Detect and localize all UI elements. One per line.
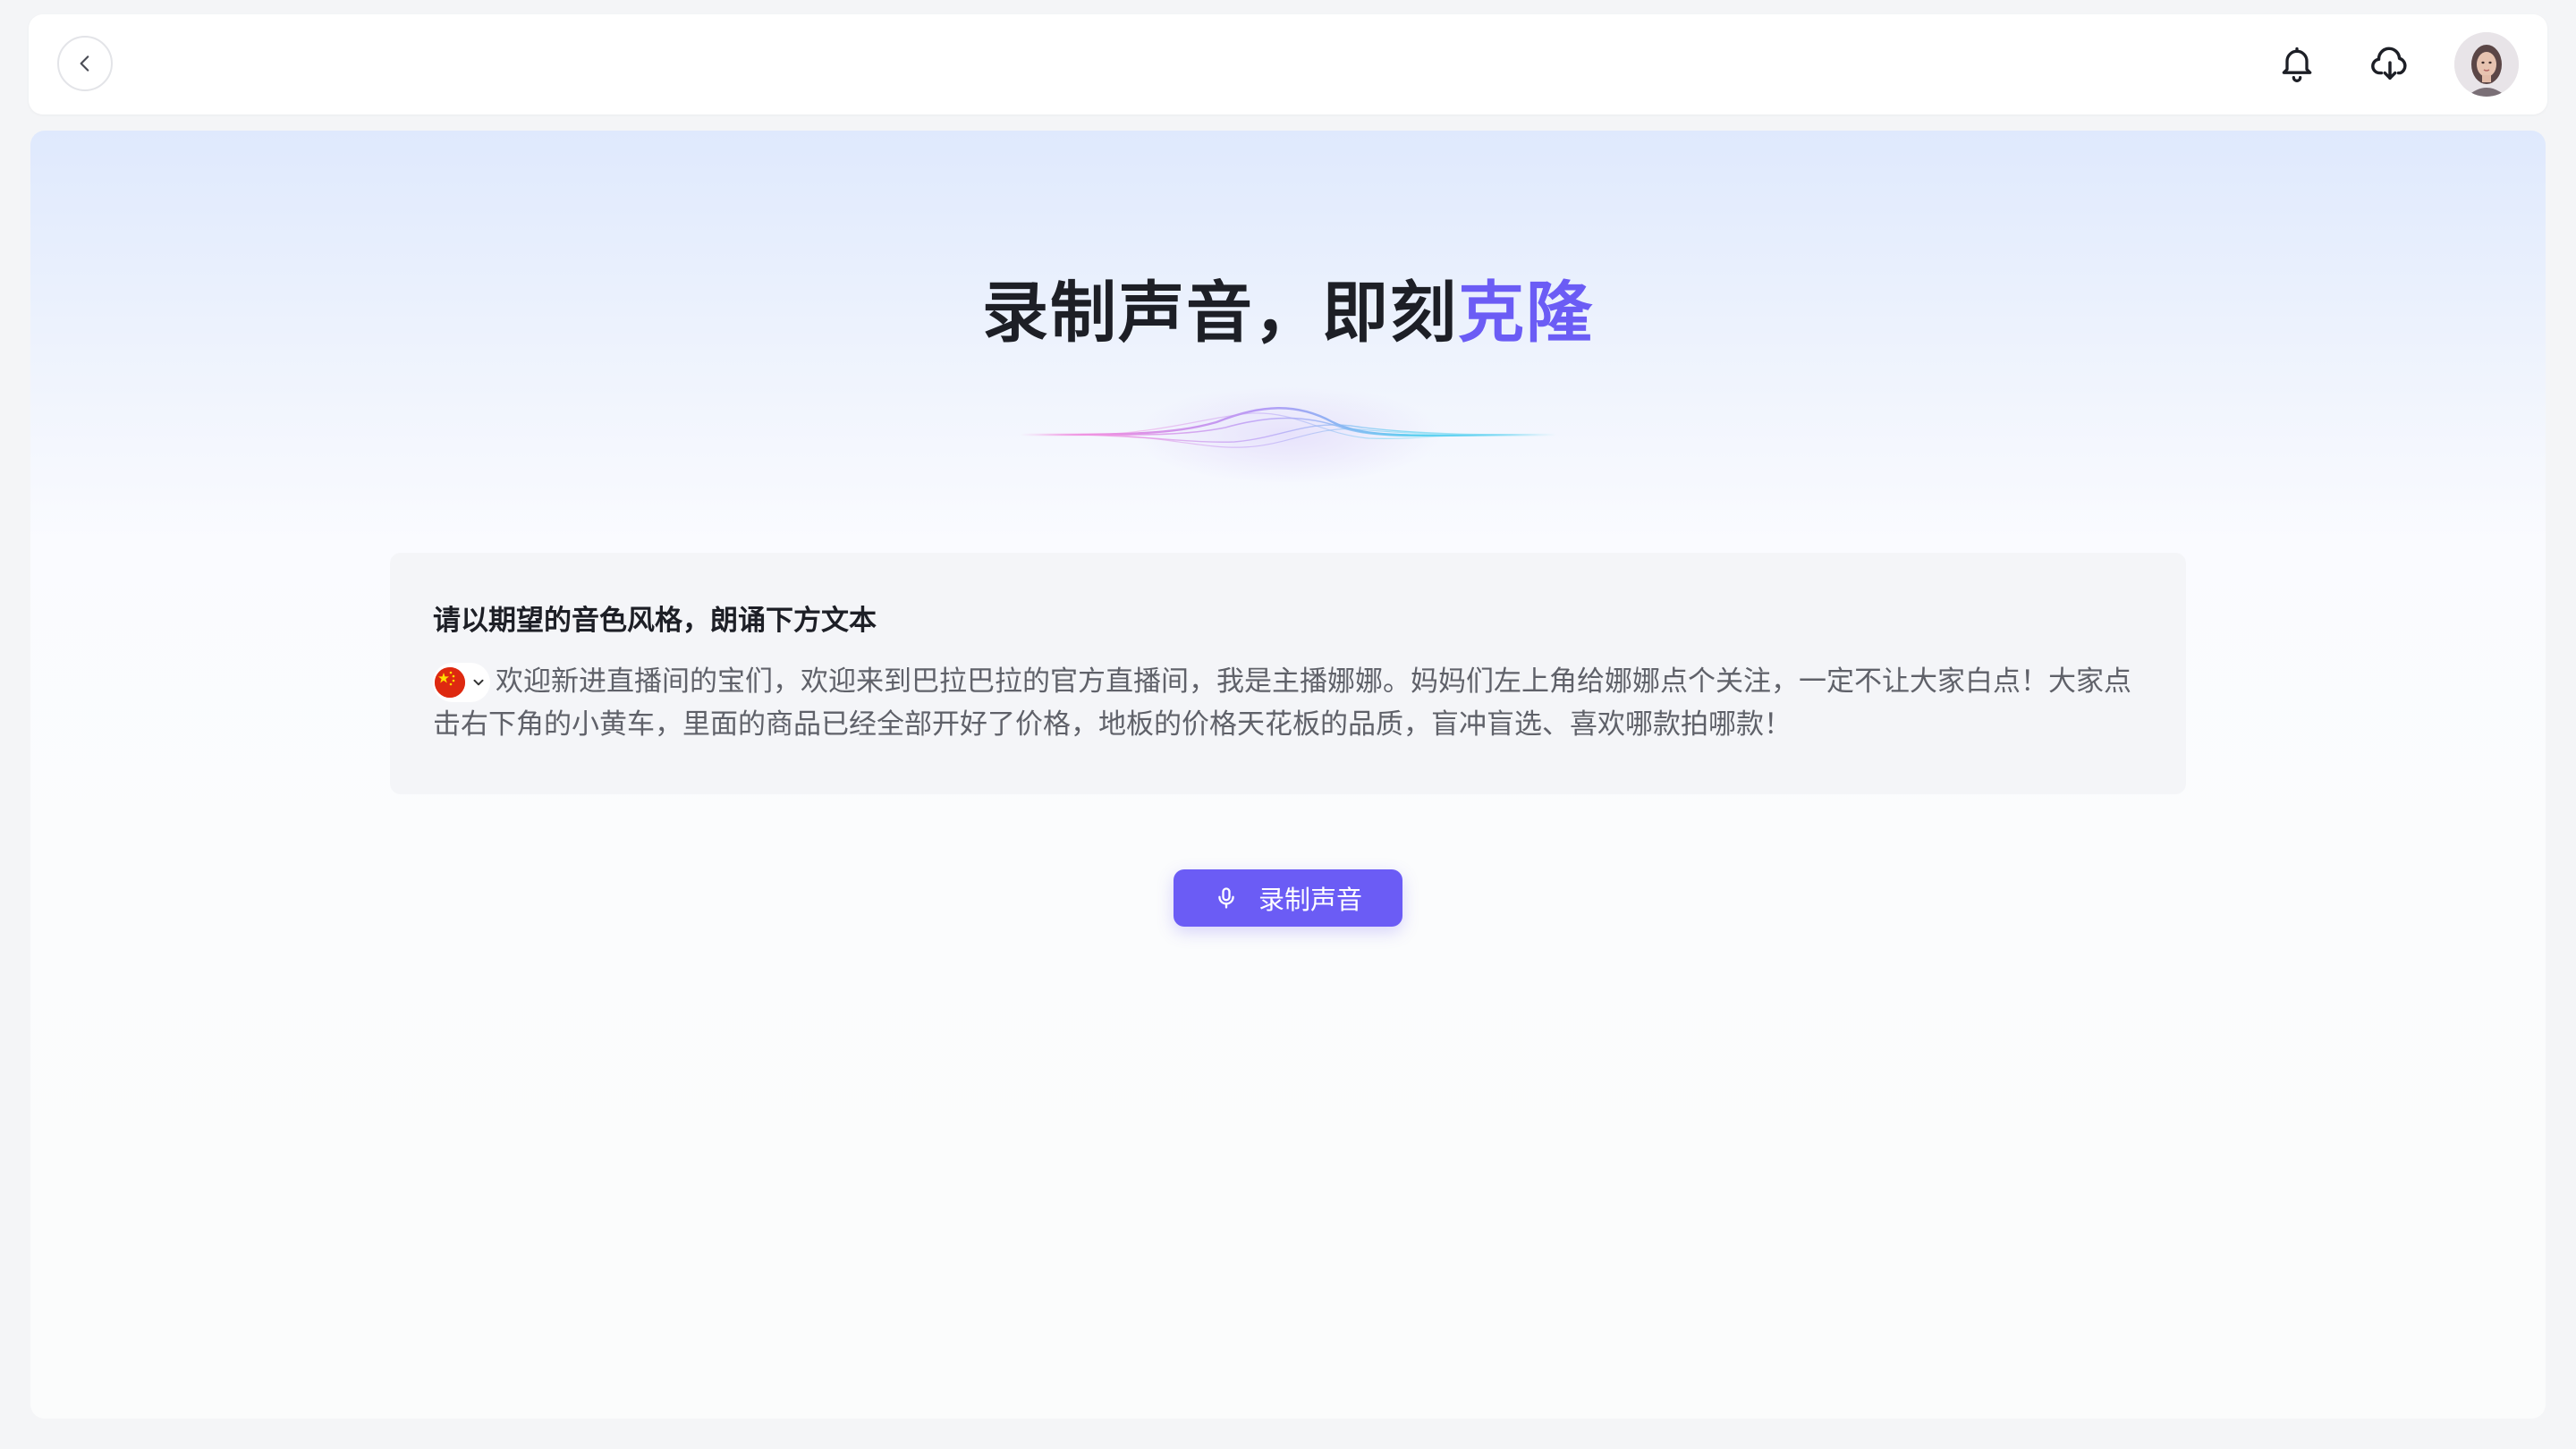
user-avatar[interactable] — [2454, 32, 2519, 97]
page-title-accent: 克隆 — [1458, 275, 1594, 350]
script-text: 欢迎新进直播间的宝们，欢迎来到巴拉巴拉的官方直播间，我是主播娜娜。妈妈们左上角给… — [433, 665, 2131, 740]
download-button[interactable] — [2367, 41, 2413, 88]
script-card: 请以期望的音色风格，朗诵下方文本 欢迎新进直播间的宝们，欢迎来到巴拉巴拉的官方直… — [390, 553, 2186, 794]
top-bar — [29, 14, 2547, 114]
microphone-icon — [1214, 886, 1239, 911]
language-select[interactable] — [433, 663, 490, 702]
record-voice-button[interactable]: 录制声音 — [1174, 869, 1402, 927]
chevron-down-icon — [473, 679, 484, 686]
notification-button[interactable] — [2274, 41, 2320, 88]
cloud-download-icon — [2371, 47, 2407, 80]
china-flag-icon — [435, 667, 465, 698]
back-button[interactable] — [57, 36, 113, 91]
bell-icon — [2282, 47, 2312, 82]
page-title: 录制声音，即刻克隆 — [30, 259, 2546, 355]
voice-wave-graphic — [1020, 385, 1556, 485]
page-title-main: 录制声音，即刻 — [982, 275, 1458, 350]
record-voice-label: 录制声音 — [1258, 886, 1362, 915]
main-panel: 录制声音，即刻克隆 请以期望的音色风格，朗诵下方文本 欢迎新进直播间的宝们，欢迎… — [30, 131, 2546, 1419]
script-text-block: 欢迎新进直播间的宝们，欢迎来到巴拉巴拉的官方直播间，我是主播娜娜。妈妈们左上角给… — [433, 660, 2150, 746]
chevron-left-icon — [80, 55, 89, 72]
script-card-title: 请以期望的音色风格，朗诵下方文本 — [433, 605, 877, 636]
